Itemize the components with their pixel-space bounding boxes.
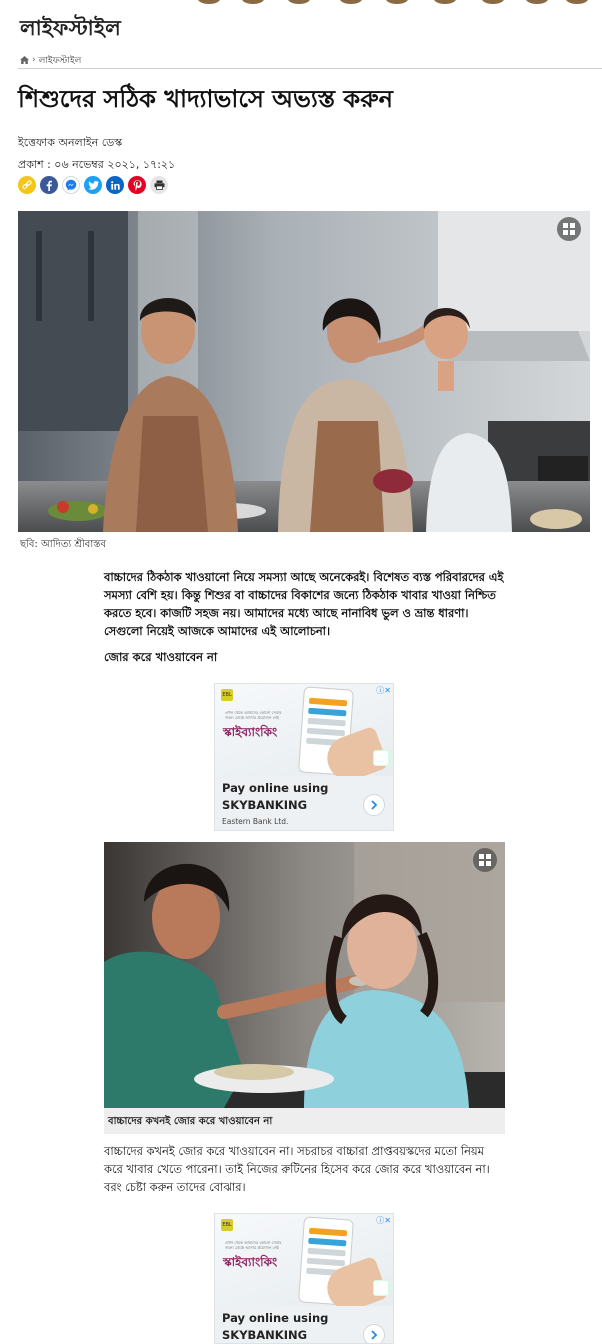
gallery-icon[interactable] xyxy=(473,848,497,872)
gallery-icon[interactable] xyxy=(557,217,581,241)
site-header: লাইফস্টাইল xyxy=(0,0,602,46)
ad-brand-text: স্কাইব্যাংকিং xyxy=(223,725,278,739)
chevron-right-icon[interactable] xyxy=(363,794,385,816)
ad-choices-icon[interactable]: ⓘ✕ xyxy=(376,685,391,696)
ad-brand-text: স্কাইব্যাংকিং xyxy=(223,1255,278,1269)
share-bar xyxy=(18,176,168,194)
breadcrumb-separator: › xyxy=(32,55,36,65)
ad-brand-logo: EBL xyxy=(221,1219,233,1231)
mother-feeding-girl-photo xyxy=(104,842,505,1108)
ad-brand-logo: EBL xyxy=(221,689,233,701)
article-paragraph: বাচ্চাদের কখনই জোর করে খাওয়াবেন না। সচর… xyxy=(104,1144,490,1194)
twitter-icon[interactable] xyxy=(84,176,102,194)
ad-advertiser: Eastern Bank Ltd. xyxy=(222,817,289,826)
section-title[interactable]: লাইফস্টাইল xyxy=(20,12,121,47)
article-main-image[interactable] xyxy=(18,211,590,532)
ad-banner-image: EBL ⓘ✕ এখন থেকে আমাদের কোনো সেবার জন্যে … xyxy=(215,684,393,787)
pinterest-icon[interactable] xyxy=(128,176,146,194)
main-image-caption: ছবি: আদিত্য শ্রীবাস্তব xyxy=(20,539,107,550)
family-kitchen-photo xyxy=(18,211,590,532)
article-second-image[interactable] xyxy=(104,842,505,1108)
article-byline: ইত্তেফাক অনলাইন ডেস্ক xyxy=(18,136,123,149)
linkedin-icon[interactable] xyxy=(106,176,124,194)
chevron-right-icon[interactable] xyxy=(363,1324,385,1343)
ad-small-text: এখন থেকে আমাদের কোনো সেবার জন্যে ব্রাঞ্চ… xyxy=(225,710,282,720)
header-divider xyxy=(18,68,602,69)
masthead-decoration xyxy=(190,0,590,5)
article-headline: শিশুদের সঠিক খাদ্যাভাসে অভ্যস্ত করুন xyxy=(18,85,393,113)
ad-choices-icon[interactable]: ⓘ✕ xyxy=(376,1215,391,1226)
ad-badge-icon xyxy=(373,1280,389,1296)
breadcrumb: › লাইফস্টাইল xyxy=(20,53,81,67)
breadcrumb-current[interactable]: লাইফস্টাইল xyxy=(39,53,82,68)
ad-badge-icon xyxy=(373,750,389,766)
print-icon[interactable] xyxy=(150,176,168,194)
ad-small-text: এখন থেকে আমাদের কোনো সেবার জন্যে ব্রাঞ্চ… xyxy=(225,1240,282,1250)
home-icon[interactable] xyxy=(20,56,29,64)
advertisement[interactable]: EBL ⓘ✕ এখন থেকে আমাদের কোনো সেবার জন্যে … xyxy=(214,1213,394,1344)
article-subheading: জোর করে খাওয়াবেন না xyxy=(104,650,218,664)
article-publish-date: প্রকাশ : ০৬ নভেম্বর ২০২১, ১৭:২১ xyxy=(18,158,176,171)
facebook-icon[interactable] xyxy=(40,176,58,194)
article-intro-paragraph: বাচ্চাদের ঠিকঠাক খাওয়ানো নিয়ে সমস্যা আ… xyxy=(104,570,504,638)
ad-headline[interactable]: Pay online using SKYBANKING xyxy=(222,780,342,814)
link-icon[interactable] xyxy=(18,176,36,194)
second-image-caption: বাচ্চাদের কখনই জোর করে খাওয়াবেন না xyxy=(104,1108,505,1134)
ad-headline[interactable]: Pay online using SKYBANKING xyxy=(222,1310,342,1343)
advertisement[interactable]: EBL ⓘ✕ এখন থেকে আমাদের কোনো সেবার জন্যে … xyxy=(214,683,394,831)
messenger-icon[interactable] xyxy=(62,176,80,194)
ad-banner-image: EBL ⓘ✕ এখন থেকে আমাদের কোনো সেবার জন্যে … xyxy=(215,1214,393,1317)
